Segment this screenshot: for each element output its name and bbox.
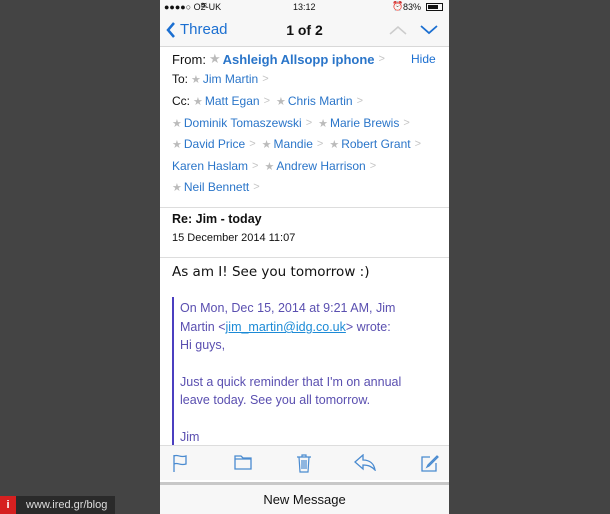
clock: 13:12 [293, 2, 316, 12]
to-row: To: ★ Jim Martin > [172, 72, 275, 86]
star-icon: ★ [172, 181, 182, 194]
chevron-right-icon: > [403, 117, 410, 129]
nav-bar: Thread 1 of 2 [160, 14, 449, 47]
back-label: Thread [180, 21, 228, 38]
quote-line: Just a quick reminder that I'm on annual [180, 375, 402, 389]
folder-icon[interactable] [234, 454, 252, 470]
previous-message-icon[interactable] [389, 25, 407, 35]
quote-text: Martin < [180, 320, 226, 334]
quote-line: Jim [180, 430, 200, 444]
email-link[interactable]: jim_martin@idg.co.uk [226, 320, 346, 334]
alarm-icon: ⏰ [392, 1, 404, 11]
wifi-icon: ≋ [200, 0, 208, 10]
chevron-right-icon: > [378, 53, 385, 65]
flag-icon[interactable] [172, 454, 188, 472]
mail-app: ●●●●○ O2-UK ≋ 13:12 ⏰ 83% Thread 1 of 2 … [160, 0, 449, 514]
star-icon: ★ [191, 73, 201, 86]
divider [160, 257, 449, 258]
carrier: ●●●●○ O2-UK [164, 2, 222, 12]
recipient[interactable]: Dominik Tomaszewski [184, 116, 302, 130]
chevron-right-icon: > [316, 138, 324, 150]
chevron-right-icon: > [253, 181, 260, 193]
chevron-right-icon: > [262, 73, 269, 85]
star-icon: ★ [318, 117, 328, 130]
recipient[interactable]: Robert Grant [341, 137, 410, 151]
new-message-button[interactable]: New Message [160, 482, 449, 514]
recipient[interactable]: Andrew Harrison [276, 159, 365, 173]
compose-icon[interactable] [421, 454, 439, 472]
star-icon: ★ [264, 160, 275, 173]
star-icon: ★ [193, 95, 203, 108]
to-label: To: [172, 72, 189, 86]
recipient[interactable]: Marie Brewis [330, 116, 399, 130]
chevron-right-icon: > [249, 138, 256, 150]
chevron-right-icon: > [356, 95, 364, 107]
recipient[interactable]: Mandie [274, 137, 313, 151]
toolbar [160, 445, 449, 480]
from-label: From: [172, 51, 206, 67]
chevron-right-icon: > [369, 160, 377, 172]
star-icon: ★ [208, 51, 221, 66]
recipient[interactable]: Matt Egan [205, 94, 260, 108]
cc-label: Cc: [172, 94, 190, 108]
recipient[interactable]: Neil Bennett [184, 180, 249, 194]
hide-button[interactable]: Hide [411, 52, 436, 66]
cc-row: ★ Neil Bennett > [172, 180, 266, 194]
watermark-url: www.ired.gr/blog [16, 496, 116, 514]
star-icon: ★ [261, 138, 272, 151]
quote-line: leave today. See you all tomorrow. [180, 393, 371, 407]
battery-percent: 83% [403, 2, 422, 12]
cc-row: Karen Haslam > ★ Andrew Harrison > [172, 159, 382, 173]
status-bar: ●●●●○ O2-UK ≋ 13:12 ⏰ 83% [160, 0, 449, 14]
quote-text: > wrote: [345, 320, 391, 334]
next-message-icon[interactable] [420, 25, 438, 35]
star-icon: ★ [276, 95, 286, 108]
battery-icon [426, 3, 443, 11]
chevron-right-icon: > [414, 138, 422, 150]
from-row: From: ★ Ashleigh Allsopp iphone > [172, 51, 391, 67]
recipient[interactable]: Jim Martin [203, 72, 258, 86]
recipient[interactable]: David Price [184, 137, 245, 151]
star-icon: ★ [172, 138, 182, 151]
quote-line: On Mon, Dec 15, 2014 at 9:21 AM, Jim [180, 301, 396, 315]
back-button[interactable]: Thread [166, 21, 228, 38]
star-icon: ★ [329, 138, 340, 151]
watermark: i www.ired.gr/blog [0, 496, 116, 514]
ired-logo: i [0, 496, 16, 514]
cc-row: ★ Dominik Tomaszewski > ★ Marie Brewis > [172, 116, 416, 130]
recipient[interactable]: Karen Haslam [172, 159, 248, 173]
quote-line: Martin <jim_martin@idg.co.uk> wrote: [180, 320, 391, 334]
message-body: As am I! See you tomorrow :) [172, 264, 370, 280]
chevron-right-icon: > [305, 117, 313, 129]
chevron-right-icon: > [263, 95, 271, 107]
subject: Re: Jim - today [172, 212, 262, 226]
recipient[interactable]: Chris Martin [288, 94, 353, 108]
chevron-left-icon [166, 21, 175, 38]
date: 15 December 2014 11:07 [172, 232, 296, 244]
quote-line: Hi guys, [180, 338, 226, 352]
cc-row: ★ David Price > ★ Mandie > ★ Robert Grant > [172, 137, 427, 151]
chevron-right-icon: > [252, 160, 259, 172]
reply-icon[interactable] [354, 454, 376, 471]
star-icon: ★ [172, 117, 182, 130]
cc-row: Cc: ★ Matt Egan > ★ Chris Martin > [172, 94, 369, 108]
quote-bar [172, 297, 174, 447]
divider [160, 207, 449, 208]
trash-icon[interactable] [296, 454, 312, 473]
sender-name[interactable]: Ashleigh Allsopp iphone [223, 52, 375, 67]
